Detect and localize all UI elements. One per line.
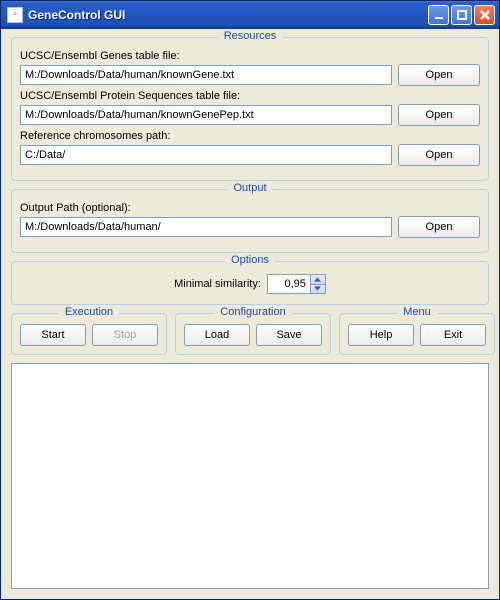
save-button[interactable]: Save — [256, 324, 322, 346]
proteins-file-input[interactable] — [20, 105, 392, 125]
output-open-button[interactable]: Open — [398, 216, 480, 238]
genes-open-button[interactable]: Open — [398, 64, 480, 86]
maximize-icon — [457, 10, 467, 20]
application-window: ▫ GeneControl GUI Resources UCSC/Ensembl… — [0, 0, 500, 600]
log-output-area[interactable] — [11, 363, 489, 589]
client-area: Resources UCSC/Ensembl Genes table file:… — [1, 29, 499, 599]
proteins-open-button[interactable]: Open — [398, 104, 480, 126]
resources-group: Resources UCSC/Ensembl Genes table file:… — [11, 37, 489, 181]
output-group: Output Output Path (optional): Open — [11, 189, 489, 253]
help-button[interactable]: Help — [348, 324, 414, 346]
output-path-input[interactable] — [20, 217, 392, 237]
app-icon: ▫ — [7, 7, 23, 23]
similarity-step-up[interactable] — [311, 275, 325, 285]
configuration-group: Configuration Load Save — [175, 313, 331, 355]
minimize-button[interactable] — [428, 5, 449, 25]
genes-file-label: UCSC/Ensembl Genes table file: — [20, 50, 480, 62]
similarity-label: Minimal similarity: — [174, 278, 261, 290]
close-button[interactable] — [474, 5, 495, 25]
chromosomes-open-button[interactable]: Open — [398, 144, 480, 166]
stop-button: Stop — [92, 324, 158, 346]
chevron-down-icon — [314, 286, 321, 291]
proteins-file-label: UCSC/Ensembl Protein Sequences table fil… — [20, 90, 480, 102]
button-panels: Execution Start Stop Configuration Load … — [11, 313, 489, 355]
similarity-spinner[interactable] — [267, 274, 326, 294]
output-title: Output — [227, 182, 272, 194]
window-title: GeneControl GUI — [28, 8, 428, 22]
genes-file-input[interactable] — [20, 65, 392, 85]
maximize-button[interactable] — [451, 5, 472, 25]
chromosomes-path-label: Reference chromosomes path: — [20, 130, 480, 142]
execution-title: Execution — [59, 306, 119, 318]
window-buttons — [428, 5, 495, 25]
configuration-title: Configuration — [214, 306, 291, 318]
minimize-icon — [434, 10, 444, 20]
close-icon — [480, 10, 490, 20]
exit-button[interactable]: Exit — [420, 324, 486, 346]
resources-title: Resources — [218, 30, 283, 42]
chromosomes-path-input[interactable] — [20, 145, 392, 165]
start-button[interactable]: Start — [20, 324, 86, 346]
options-group: Options Minimal similarity: — [11, 261, 489, 305]
options-title: Options — [225, 254, 275, 266]
menu-title: Menu — [397, 306, 437, 318]
execution-group: Execution Start Stop — [11, 313, 167, 355]
similarity-step-down[interactable] — [311, 285, 325, 294]
menu-group: Menu Help Exit — [339, 313, 495, 355]
titlebar: ▫ GeneControl GUI — [1, 1, 499, 29]
chevron-up-icon — [314, 277, 321, 282]
load-button[interactable]: Load — [184, 324, 250, 346]
output-path-label: Output Path (optional): — [20, 202, 480, 214]
similarity-input[interactable] — [268, 275, 310, 293]
